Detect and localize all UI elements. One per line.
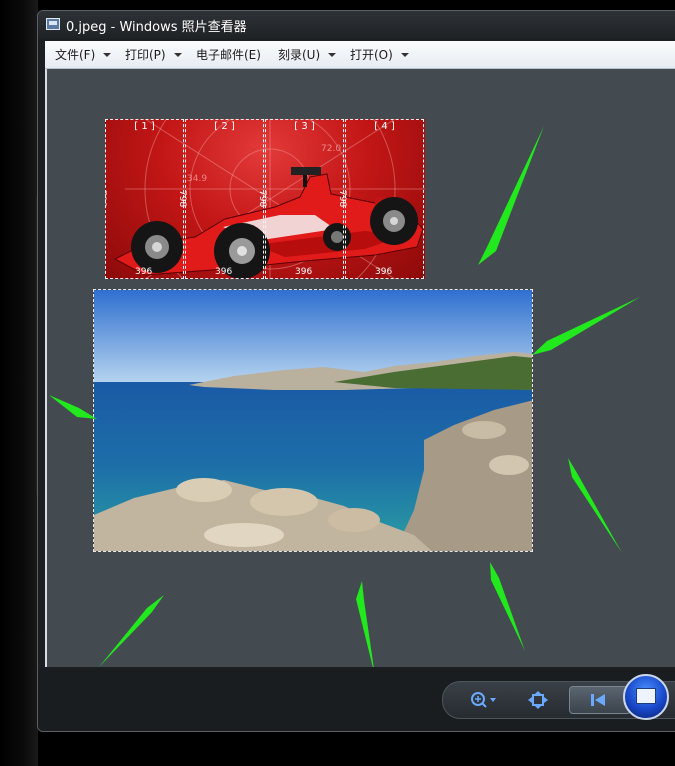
control-bar xyxy=(38,669,675,731)
title-bar[interactable]: 0.jpeg - Windows 照片查看器 xyxy=(38,11,675,39)
magnifier-icon[interactable] xyxy=(469,690,499,710)
photo-viewer-app-icon xyxy=(46,18,60,30)
arrow-icon xyxy=(478,126,544,265)
menu-burn-label: 刻录(U) xyxy=(278,48,321,62)
annotation-arrows xyxy=(49,126,640,667)
background-desktop xyxy=(0,0,38,766)
previous-icon xyxy=(591,694,605,706)
menu-open[interactable]: 打开(O) xyxy=(350,46,409,63)
menu-file[interactable]: 文件(F) xyxy=(55,46,112,63)
chevron-down-icon xyxy=(173,52,182,57)
menu-open-label: 打开(O) xyxy=(350,48,393,62)
menu-email[interactable]: 电子邮件(E) xyxy=(196,46,261,63)
menu-bar: 文件(F) 打印(P) 电子邮件(E) 刻录(U) 打开(O) xyxy=(45,41,675,69)
menu-email-label: 电子邮件(E) xyxy=(196,48,261,62)
menu-print[interactable]: 打印(P) xyxy=(125,46,182,63)
chevron-down-icon xyxy=(328,52,337,57)
image-canvas[interactable]: 34.9 72.0 [ 1 ] 798 396 [ 2 ] 798 396 [ 3 ] 7… xyxy=(45,69,675,667)
arrow-icon xyxy=(49,395,97,419)
slideshow-icon xyxy=(636,688,656,704)
window-title: 0.jpeg - Windows 照片查看器 xyxy=(66,20,247,35)
photo-viewer-window: 0.jpeg - Windows 照片查看器 文件(F) 打印(P) 电子邮件(… xyxy=(37,10,675,732)
menu-print-label: 打印(P) xyxy=(125,48,166,62)
slideshow-button[interactable] xyxy=(623,674,669,720)
chevron-down-icon xyxy=(103,52,112,57)
menu-file-label: 文件(F) xyxy=(55,48,96,62)
actual-size-icon[interactable] xyxy=(527,690,549,710)
arrow-icon xyxy=(568,458,622,553)
previous-button[interactable] xyxy=(569,686,631,714)
menu-burn[interactable]: 刻录(U) xyxy=(278,46,337,63)
arrow-icon xyxy=(99,595,164,667)
arrow-icon xyxy=(490,562,525,651)
arrow-icon xyxy=(356,581,374,667)
arrow-icon xyxy=(532,297,640,355)
chevron-down-icon xyxy=(400,52,409,57)
